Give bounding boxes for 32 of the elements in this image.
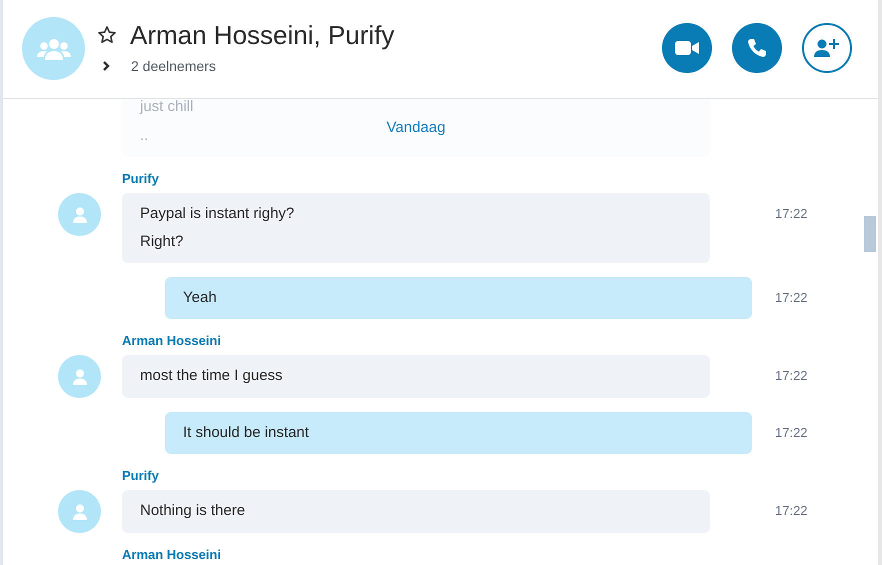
person-icon <box>72 368 88 384</box>
star-icon[interactable] <box>98 26 116 44</box>
message-time: 17:22 <box>775 289 808 307</box>
message-text: It should be instant <box>183 423 310 443</box>
video-camera-icon <box>675 41 699 55</box>
participant-count[interactable]: 2 deelnemers <box>131 58 216 74</box>
message-text: .. <box>140 126 148 146</box>
person-icon <box>72 504 88 520</box>
message-text: Right? <box>140 232 184 252</box>
video-call-button[interactable] <box>662 23 712 73</box>
conversation-title: Arman Hosseini, Purify <box>130 20 394 50</box>
chevron-icon[interactable] <box>100 60 112 72</box>
message-text: Yeah <box>183 288 218 308</box>
message-time: 17:22 <box>775 367 808 385</box>
message-text: just chill <box>140 99 194 117</box>
add-person-icon <box>814 38 840 58</box>
message-text: Nothing is there <box>140 501 246 521</box>
message-text: Paypal is instant righy? <box>140 204 296 224</box>
scrollbar-thumb[interactable] <box>864 216 876 252</box>
message-time: 17:22 <box>775 424 808 442</box>
group-icon <box>36 38 70 60</box>
person-icon <box>72 206 88 222</box>
sender-name: Arman Hosseini <box>122 333 222 349</box>
sender-name: Arman Hosseini <box>122 547 222 563</box>
message-text: most the time I guess <box>140 366 284 386</box>
message-time: 17:22 <box>775 502 808 520</box>
phone-icon <box>747 38 767 58</box>
message-time: 17:22 <box>775 205 808 223</box>
add-person-button[interactable] <box>802 23 852 73</box>
sender-name: Purify <box>122 171 160 187</box>
sender-name: Purify <box>122 468 160 484</box>
call-button[interactable] <box>732 23 782 73</box>
